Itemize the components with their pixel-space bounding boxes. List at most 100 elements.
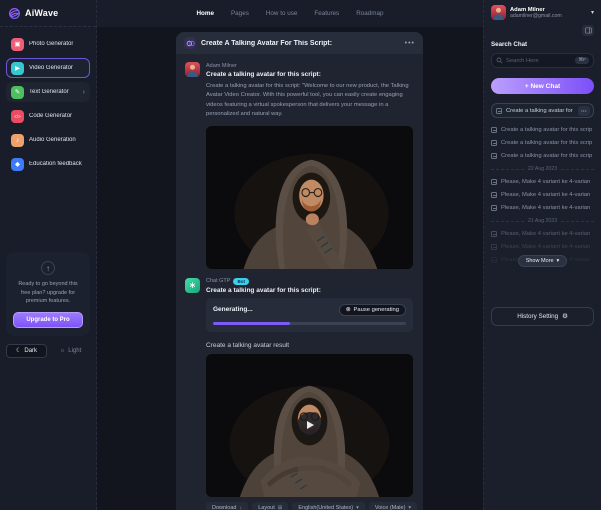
chevron-down-icon: ▾ [408, 505, 411, 510]
dark-mode-button[interactable]: ☾ Dark [6, 344, 47, 358]
profile-email: adamilner@gmail.com [510, 13, 562, 19]
message-author: Adam Milner [206, 63, 413, 69]
chat-item-menu-icon[interactable]: ••• [578, 106, 590, 116]
collapse-sidebar-icon[interactable] [582, 25, 594, 36]
chat-icon [496, 108, 502, 114]
chevron-down-icon: ▾ [591, 9, 594, 16]
chat-history-label: Please, Make 4 variant ke 4-varian [501, 179, 594, 185]
main-column: Home Pages How to use Features Roadmap C… [97, 0, 483, 510]
sidebar-item-education-feedback[interactable]: ◆ Education feedback [6, 154, 90, 174]
download-icon: ↓ [239, 505, 242, 510]
active-chat-item[interactable]: Create a talking avatar for this scrip •… [491, 103, 594, 118]
action-label: Download [212, 505, 236, 510]
chat-history-item[interactable]: Create a talking avatar for this scrip [491, 136, 594, 149]
user-message: Adam Milner Create a talking avatar for … [185, 62, 413, 269]
chat-history-label: Please, Make 4 variant ke 4-varian [501, 205, 594, 211]
nav-roadmap[interactable]: Roadmap [356, 10, 383, 17]
chat-area: Create A Talking Avatar For This Script:… [97, 27, 483, 510]
generation-progress-fill [213, 322, 290, 325]
show-more-button[interactable]: Show More ▾ [518, 255, 568, 267]
sidebar-item-text-generator[interactable]: ✎ Text Generator › [6, 82, 90, 102]
layout-icon: ⊞ [278, 505, 283, 510]
collapse-row [491, 25, 594, 36]
brand-header[interactable]: AiWave [0, 0, 96, 27]
chat-icon [491, 179, 497, 185]
sidebar-item-label: Education feedback [29, 161, 82, 167]
sidebar-item-label: Video Generator [29, 65, 73, 71]
voice-select[interactable]: Voice (Male) ▾ [369, 502, 417, 510]
code-icon: </> [11, 110, 24, 123]
aiwave-logo-icon [8, 7, 21, 20]
avatar-source-image [206, 126, 413, 269]
chat-messages: Adam Milner Create a talking avatar for … [176, 54, 423, 510]
chat-history-item[interactable]: Please, Make 4 variant ke 4-varian [491, 201, 594, 214]
chat-topic-icon [184, 37, 196, 49]
chat-icon [491, 153, 497, 159]
chat-icon [491, 257, 497, 263]
light-mode-button[interactable]: ☼ Light [51, 344, 90, 358]
message-title: Create a talking avatar for this script: [206, 71, 413, 78]
upgrade-to-pro-button[interactable]: Upgrade to Pro [13, 312, 83, 328]
bot-badge: Bot [233, 278, 249, 285]
sidebar-item-photo-generator[interactable]: ▣ Photo Generator [6, 34, 90, 54]
chat-history-item[interactable]: Please, Make 4 variant ke 4-varian [491, 175, 594, 188]
sidebar-item-video-generator[interactable]: ▶ Video Generator [6, 58, 90, 78]
user-profile[interactable]: Adam Milner adamilner@gmail.com ▾ [491, 5, 594, 20]
search-box: ⌘F [491, 53, 594, 68]
chat-icon [491, 244, 497, 250]
user-avatar [185, 62, 200, 77]
generation-progress-bar [213, 322, 406, 325]
brand-name: AiWave [25, 8, 58, 18]
bot-message-title: Create a talking avatar for this script: [206, 287, 413, 294]
chevron-down-icon: ▾ [557, 258, 560, 264]
avatar-result-video [206, 354, 413, 497]
right-sidebar: Adam Milner adamilner@gmail.com ▾ Search… [483, 0, 601, 510]
keyboard-shortcut-badge: ⌘F [575, 57, 589, 64]
chat-history-label: Create a talking avatar for this scrip [501, 153, 594, 159]
active-chat-label: Create a talking avatar for this scrip [506, 108, 574, 114]
sidebar-menu: ▣ Photo Generator ▶ Video Generator ✎ Te… [0, 27, 96, 178]
chat-history-item[interactable]: Please, Make 4 variant ke 4-varian [491, 227, 594, 240]
chat-history-label: Create a talking avatar for this scrip [501, 127, 594, 133]
layout-button[interactable]: Layout ⊞ [252, 502, 288, 510]
play-button[interactable] [297, 412, 323, 438]
chat-panel-header: Create A Talking Avatar For This Script:… [176, 32, 423, 54]
moon-icon: ☾ [16, 347, 21, 354]
chat-history-item[interactable]: Create a talking avatar for this scrip [491, 123, 594, 136]
result-actions: Download ↓ Layout ⊞ English(United State… [206, 502, 413, 510]
sidebar-item-label: Audio Generation [29, 137, 76, 143]
download-button[interactable]: Download ↓ [206, 502, 248, 510]
gear-icon: ⚙ [562, 313, 568, 320]
nav-pages[interactable]: Pages [231, 10, 249, 17]
chat-icon [491, 140, 497, 146]
light-label: Light [68, 348, 81, 354]
nav-how-to-use[interactable]: How to use [266, 10, 298, 17]
new-chat-button[interactable]: + New Chat [491, 78, 594, 94]
date-divider: 22 Aug 2023 [491, 166, 594, 172]
generating-label: Generating... [213, 306, 253, 313]
play-icon [307, 421, 314, 429]
search-input[interactable] [506, 58, 572, 64]
sidebar-item-code-generator[interactable]: </> Code Generator [6, 106, 90, 126]
chat-history-item[interactable]: Please, Make 4 variant ke 4-varian [491, 240, 594, 253]
nav-home[interactable]: Home [196, 10, 214, 17]
show-more-label: Show More [526, 258, 554, 264]
nav-features[interactable]: Features [314, 10, 339, 17]
profile-texts: Adam Milner adamilner@gmail.com [510, 7, 562, 19]
upgrade-card: ↑ Ready to go beyond this free plan? upg… [6, 252, 90, 336]
pause-label: Pause generating [354, 307, 399, 313]
dark-label: Dark [24, 348, 37, 354]
search-icon [496, 57, 503, 64]
pause-generating-button[interactable]: ⊗ Pause generating [339, 304, 406, 316]
chat-history-item[interactable]: Create a talking avatar for this scrip [491, 149, 594, 162]
language-select[interactable]: English(United States) ▾ [292, 502, 365, 510]
action-label: Layout [258, 505, 275, 510]
search-chat-title: Search Chat [491, 41, 594, 48]
chat-history-item[interactable]: Please, Make 4 variant ke 4-varian [491, 188, 594, 201]
chat-menu-icon[interactable]: ••• [405, 40, 415, 47]
history-setting-button[interactable]: History Setting ⚙ [491, 307, 594, 326]
sidebar-item-audio-generation[interactable]: ♪ Audio Generation [6, 130, 90, 150]
chat-icon [491, 127, 497, 133]
action-label: Voice (Male) [375, 505, 406, 510]
chevron-right-icon: › [83, 89, 85, 96]
